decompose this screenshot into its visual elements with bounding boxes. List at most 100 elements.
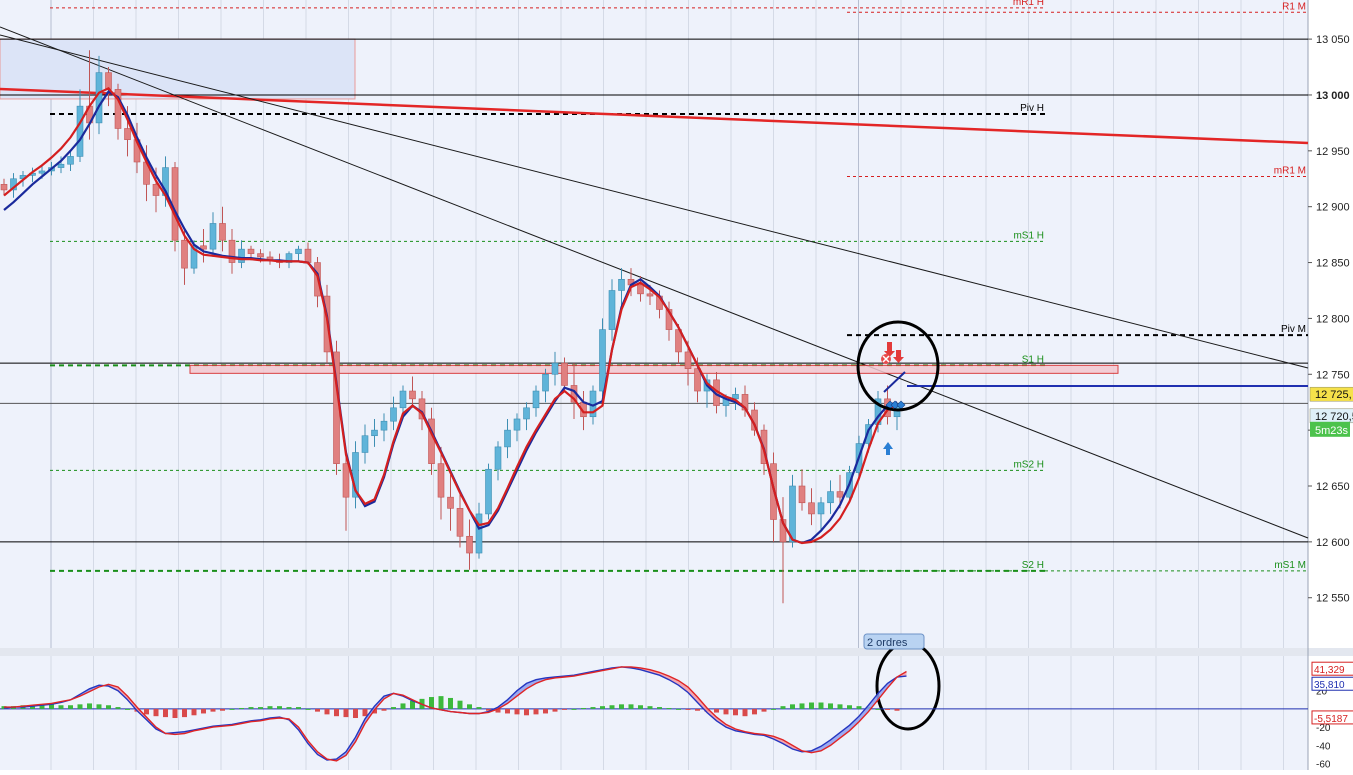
histogram-bar — [609, 705, 615, 709]
resistance-zone[interactable] — [189, 364, 1119, 374]
candle-body — [390, 407, 397, 422]
price-axis-label: 12 600 — [1316, 537, 1350, 549]
histogram-bar — [296, 707, 301, 709]
candle-body — [532, 390, 540, 409]
candle-body — [95, 72, 103, 124]
histogram-bar — [562, 708, 567, 710]
histogram-bar — [590, 707, 596, 709]
candle-body — [247, 248, 255, 254]
price-marker-label: 12 725, — [1315, 389, 1352, 401]
candle-body — [542, 373, 549, 392]
candle-body — [181, 239, 188, 269]
candle-body — [409, 390, 416, 400]
candle-body — [304, 248, 312, 263]
histogram-bar — [723, 708, 729, 715]
level-label: Piv H — [1020, 103, 1044, 114]
price-axis-label: 12 800 — [1316, 313, 1350, 325]
panel-splitter[interactable] — [0, 648, 1353, 656]
candle-body — [57, 163, 65, 168]
histogram-bar — [837, 704, 843, 709]
oscillator-axis-label: -60 — [1316, 760, 1331, 770]
candle-body — [608, 290, 616, 330]
histogram-bar — [552, 708, 558, 712]
candle-body — [637, 284, 644, 295]
candle-body — [475, 513, 483, 554]
candle-body — [523, 407, 530, 420]
level-label: mS2 H — [1013, 459, 1044, 470]
histogram-bar — [87, 703, 92, 709]
histogram-bar — [771, 708, 776, 710]
histogram-bar — [790, 704, 795, 709]
candle-body — [494, 446, 502, 470]
candle-body — [789, 485, 796, 543]
histogram-bar — [457, 700, 463, 709]
histogram-bar — [695, 708, 700, 711]
histogram-bar — [524, 708, 529, 716]
histogram-bar — [391, 707, 396, 709]
histogram-bar — [448, 697, 453, 709]
price-axis-label: 12 900 — [1316, 202, 1350, 214]
level-label: Piv M — [1281, 324, 1306, 335]
histogram-bar — [172, 708, 178, 719]
candle-body — [599, 329, 606, 392]
candle-body — [618, 279, 625, 291]
price-axis-label: 12 550 — [1316, 593, 1350, 605]
histogram-bar — [600, 706, 605, 709]
histogram-bar — [467, 704, 472, 709]
trading-chart[interactable]: mR1 H R1 M Piv H mR1 M mS1 H Piv M S1 H mS2 H S2… — [0, 0, 1353, 771]
candle-body — [798, 485, 806, 504]
price-marker-label: 12 720,5 — [1315, 411, 1353, 423]
candle-body — [295, 248, 302, 254]
candle-body — [447, 496, 454, 509]
price-axis: 13 050 13 000 12 950 12 900 12 850 12 800 12 7… — [1308, 34, 1350, 605]
countdown-label: 5m23s — [1315, 425, 1349, 437]
level-label: S1 H — [1022, 354, 1044, 365]
histogram-bar — [258, 707, 263, 709]
histogram-bar — [714, 708, 719, 713]
candle-body — [836, 491, 844, 498]
candle-body — [342, 463, 350, 498]
histogram-bar — [514, 708, 520, 715]
candle-body — [504, 429, 511, 448]
histogram-bar — [267, 706, 273, 709]
histogram-bar — [239, 707, 244, 709]
histogram-bar — [106, 705, 111, 709]
histogram-bar — [780, 706, 786, 709]
candle-body — [257, 253, 264, 258]
histogram-bar — [818, 702, 824, 709]
oscillator-value-label: 35,810 — [1314, 680, 1345, 691]
candle-body — [551, 362, 559, 375]
histogram-bar — [476, 707, 482, 709]
histogram-bar — [58, 705, 64, 709]
level-label: mR1 M — [1274, 166, 1306, 177]
histogram-bar — [229, 708, 235, 710]
histogram-bar — [571, 708, 577, 710]
histogram-bar — [619, 704, 624, 709]
candle-body — [371, 429, 378, 437]
candle-body — [437, 463, 445, 498]
histogram-bar — [277, 706, 282, 709]
histogram-bar — [125, 708, 130, 710]
price-axis-label: 13 050 — [1316, 34, 1350, 46]
candle-body — [361, 435, 369, 453]
candle-body — [399, 390, 407, 409]
histogram-bar — [220, 708, 225, 711]
candle-body — [513, 418, 521, 431]
histogram-bar — [68, 705, 73, 709]
oscillator-axis: 20-20-40-6041,32935,810-5,5187 — [1311, 661, 1353, 771]
histogram-bar — [144, 708, 149, 715]
candle-body — [485, 468, 492, 515]
histogram-bar — [733, 708, 738, 716]
orders-tag-label: 2 ordres — [867, 637, 908, 649]
histogram-bar — [676, 708, 681, 710]
histogram-bar — [828, 703, 833, 709]
histogram-bar — [191, 708, 197, 716]
histogram-bar — [799, 703, 805, 709]
candle[interactable] — [485, 463, 492, 520]
histogram-bar — [543, 708, 548, 714]
histogram-bar — [362, 708, 368, 717]
histogram-bar — [628, 704, 634, 709]
oscillator-value-label: -5,5187 — [1314, 714, 1348, 725]
histogram-bar — [505, 708, 510, 714]
histogram-bar — [96, 704, 102, 709]
